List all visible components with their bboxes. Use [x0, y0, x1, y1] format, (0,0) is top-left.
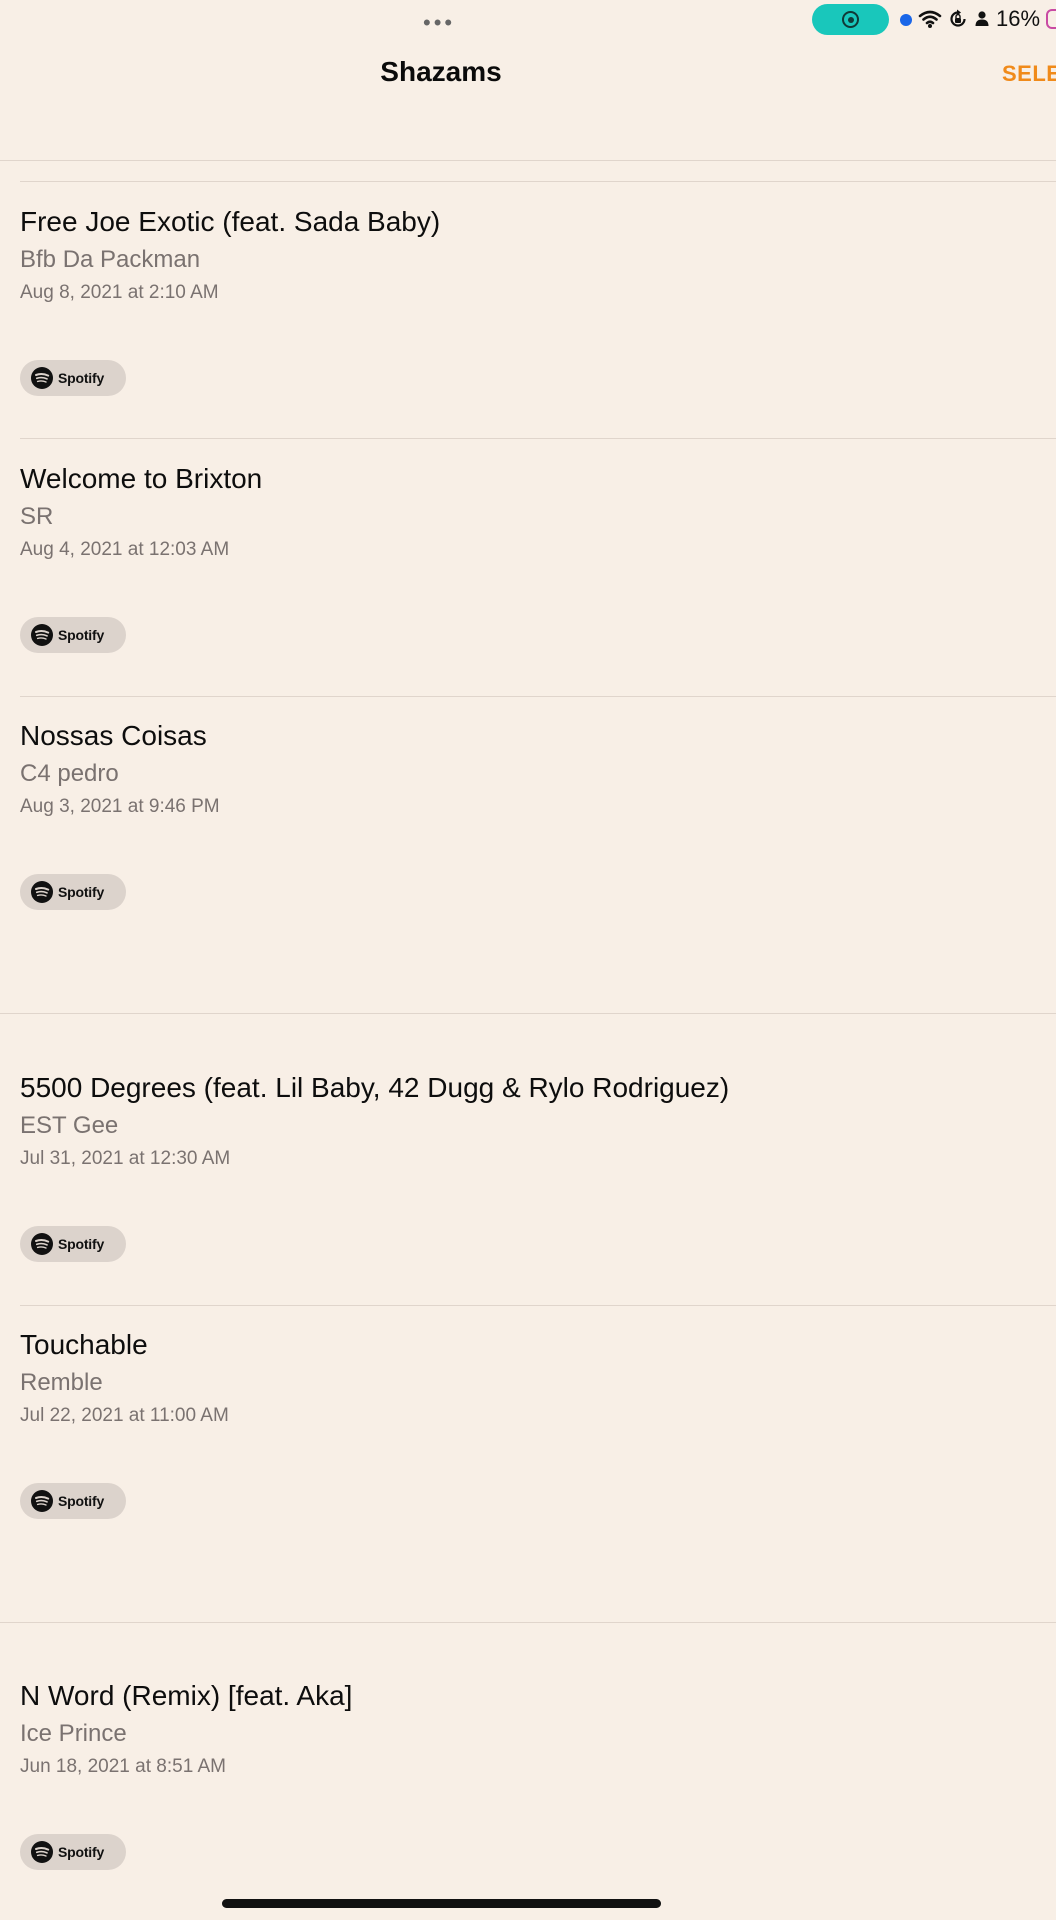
- screen-record-icon: [842, 11, 859, 28]
- shazam-date: Jul 22, 2021 at 11:00 AM: [20, 1405, 229, 1426]
- song-artist: C4 pedro: [20, 760, 119, 787]
- spotify-label: Spotify: [58, 1844, 105, 1860]
- battery-percent: 16%: [996, 6, 1041, 31]
- spotify-icon: [31, 1841, 53, 1863]
- home-indicator[interactable]: [222, 1899, 661, 1908]
- spotify-icon: [31, 1490, 53, 1512]
- spotify-icon: [31, 1233, 53, 1255]
- song-title: Welcome to Brixton: [20, 463, 263, 494]
- row-divider: [20, 438, 1056, 439]
- song-title: N Word (Remix) [feat. Aka]: [20, 1680, 353, 1711]
- song-artist: Remble: [20, 1369, 103, 1396]
- section-divider: [0, 1013, 1056, 1014]
- status-icons: 16%: [918, 6, 1056, 31]
- spotify-label: Spotify: [58, 1236, 105, 1252]
- page-title: Shazams: [380, 56, 502, 87]
- rotation-lock-icon: [950, 9, 966, 27]
- spotify-icon: [31, 881, 53, 903]
- spotify-button[interactable]: Spotify: [20, 617, 126, 653]
- song-title: 5500 Degrees (feat. Lil Baby, 42 Dugg & …: [20, 1072, 730, 1103]
- spotify-button[interactable]: Spotify: [20, 360, 126, 396]
- section-divider: [0, 1622, 1056, 1623]
- spotify-button[interactable]: Spotify: [20, 874, 126, 910]
- song-artist: SR: [20, 503, 54, 530]
- shazam-date: Aug 4, 2021 at 12:03 AM: [20, 539, 230, 560]
- ellipsis-icon[interactable]: •••: [423, 10, 455, 36]
- spotify-label: Spotify: [58, 884, 105, 900]
- spotify-label: Spotify: [58, 627, 105, 643]
- spotify-button[interactable]: Spotify: [20, 1226, 126, 1262]
- shazam-date: Aug 8, 2021 at 2:10 AM: [20, 282, 219, 303]
- spotify-button[interactable]: Spotify: [20, 1834, 126, 1870]
- select-button[interactable]: SELE: [1002, 61, 1056, 87]
- spotify-icon: [31, 367, 53, 389]
- battery-icon: [1046, 9, 1056, 29]
- shazam-date: Jul 31, 2021 at 12:30 AM: [20, 1148, 231, 1169]
- song-artist: Ice Prince: [20, 1720, 127, 1747]
- song-title: Touchable: [20, 1329, 148, 1360]
- shazam-date: Jun 18, 2021 at 8:51 AM: [20, 1756, 226, 1777]
- header-divider: [0, 160, 1056, 161]
- song-artist: Bfb Da Packman: [20, 246, 201, 273]
- activity-dot-icon: [900, 14, 912, 26]
- spotify-icon: [31, 624, 53, 646]
- row-divider: [20, 181, 1056, 182]
- row-divider: [20, 696, 1056, 697]
- song-title: Nossas Coisas: [20, 720, 207, 751]
- spotify-label: Spotify: [58, 370, 105, 386]
- wifi-icon: [918, 10, 942, 28]
- song-title: Free Joe Exotic (feat. Sada Baby): [20, 206, 441, 237]
- screen-record-indicator[interactable]: [812, 4, 889, 35]
- spotify-button[interactable]: Spotify: [20, 1483, 126, 1519]
- shazam-date: Aug 3, 2021 at 9:46 PM: [20, 796, 220, 817]
- spotify-label: Spotify: [58, 1493, 105, 1509]
- row-divider: [20, 1305, 1056, 1306]
- song-artist: EST Gee: [20, 1112, 119, 1139]
- person-icon: [975, 11, 989, 26]
- status-bar: ••• 16%: [0, 0, 1056, 40]
